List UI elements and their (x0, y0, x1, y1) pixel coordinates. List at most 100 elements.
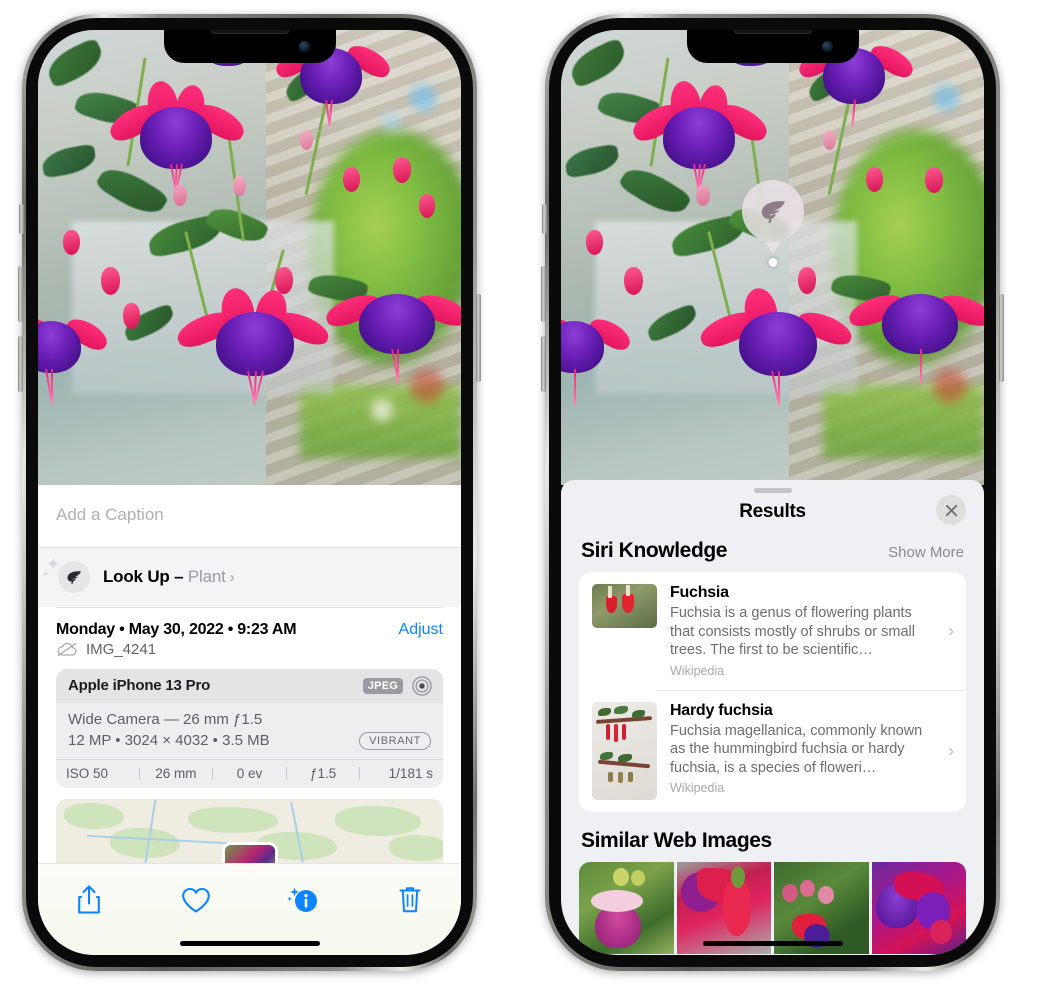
siri-knowledge-title: Siri Knowledge (581, 539, 728, 562)
photo-bokeh (933, 369, 968, 404)
photographic-style-badge: VIBRANT (359, 731, 431, 750)
sparkle-icon-small: ✦ (42, 569, 50, 579)
favorite-button[interactable] (173, 880, 219, 920)
info-button[interactable] (280, 880, 326, 920)
date-row: Monday • May 30, 2022 • 9:23 AM Adjust (56, 608, 443, 641)
chevron-right-icon: › (948, 740, 954, 760)
chevron-right-icon: › (229, 569, 235, 586)
photo-flower (695, 285, 856, 405)
visual-look-up-badge[interactable] (741, 180, 804, 242)
screen-left: Add a Caption ✦ ✦ Look Up – Plant › Mond… (38, 30, 461, 955)
web-image-thumbnail[interactable] (774, 861, 869, 954)
heart-icon (182, 887, 210, 913)
volume-up-button-left[interactable] (18, 266, 23, 322)
exif-stat-aperture: ƒ1.5 (309, 765, 337, 781)
volume-up-button-right[interactable] (541, 266, 546, 322)
delete-button[interactable] (387, 880, 433, 920)
volume-down-button-left[interactable] (18, 336, 23, 392)
cloud-slash-icon (57, 642, 77, 656)
web-image-thumbnail[interactable] (579, 861, 674, 954)
adjust-button[interactable]: Adjust (399, 621, 443, 639)
camera-lens-icon[interactable] (412, 675, 432, 696)
look-up-badge: ✦ ✦ (42, 556, 90, 593)
photo-bud (865, 166, 883, 192)
screenshot-stage: Add a Caption ✦ ✦ Look Up – Plant › Mond… (0, 0, 1055, 985)
photo-bud (342, 166, 360, 192)
results-sheet: Results Siri Knowledge Show More Fuchsia… (561, 480, 984, 955)
photo-flower (561, 313, 635, 406)
knowledge-row[interactable]: Fuchsia Fuchsia is a genus of flowering … (579, 572, 966, 690)
format-badge: JPEG (362, 677, 403, 694)
exif-stat-shutter: 1/181 s (388, 765, 433, 781)
photo-metadata-block: Monday • May 30, 2022 • 9:23 AM Adjust I… (38, 607, 461, 669)
exif-stat-ev: 0 ev (236, 765, 263, 781)
photo-viewer-right[interactable] (561, 30, 984, 485)
badge-anchor-dot (768, 258, 777, 267)
knowledge-thumbnail (592, 584, 657, 628)
silent-switch-left[interactable] (19, 204, 24, 234)
photo-bokeh (932, 84, 959, 111)
earpiece-speaker (210, 30, 289, 34)
map-green-area (63, 802, 124, 829)
exif-body: Wide Camera — 26 mm ƒ1.5 12 MP • 3024 × … (56, 703, 443, 759)
photo-flower (104, 79, 249, 191)
filename-row: IMG_4241 (56, 641, 443, 669)
results-title: Results (739, 501, 806, 522)
earpiece-speaker (733, 30, 812, 34)
front-camera-icon (821, 41, 833, 52)
phone-left: Add a Caption ✦ ✦ Look Up – Plant › Mond… (18, 14, 481, 971)
web-image-thumbnail[interactable] (676, 861, 771, 954)
lens-info: Wide Camera — 26 mm ƒ1.5 (68, 710, 263, 728)
exif-stats-row: ISO 50 26 mm 0 ev ƒ1.5 1/181 s (56, 758, 443, 788)
knowledge-description: Fuchsia is a genus of flowering plants t… (670, 605, 915, 659)
photo-bud (924, 166, 943, 193)
leaf-icon (761, 201, 785, 223)
badge-pointer (764, 242, 781, 254)
volume-down-button-right[interactable] (541, 336, 546, 392)
similar-web-images-header: Similar Web Images (561, 812, 984, 862)
home-indicator-left[interactable] (179, 941, 320, 946)
photo-bud (797, 266, 816, 294)
knowledge-source: Wikipedia (670, 663, 725, 678)
knowledge-title: Fuchsia (670, 584, 729, 601)
close-button[interactable] (936, 495, 966, 525)
photo-bud (122, 303, 140, 329)
phone-right: Results Siri Knowledge Show More Fuchsia… (541, 14, 1004, 971)
power-button-left[interactable] (476, 294, 481, 382)
siri-knowledge-card: Fuchsia Fuchsia is a genus of flowering … (579, 572, 966, 812)
photo-bud (274, 266, 293, 294)
results-header: Results (561, 493, 984, 539)
home-indicator-right[interactable] (702, 941, 843, 946)
photo-flower (38, 313, 112, 406)
device-name: Apple iPhone 13 Pro (68, 677, 211, 694)
share-button[interactable] (66, 880, 112, 920)
photo-bud (232, 175, 246, 196)
silent-switch-right[interactable] (542, 204, 547, 234)
power-button-right[interactable] (999, 294, 1004, 382)
exif-stat-focal: 26 mm (155, 765, 197, 781)
notch-left (163, 30, 336, 63)
caption-input[interactable]: Add a Caption (38, 485, 461, 548)
leaf-icon (67, 571, 81, 584)
web-image-thumbnail[interactable] (871, 861, 966, 954)
knowledge-description: Fuchsia magellanica, commonly known as t… (670, 722, 923, 776)
location-map[interactable] (56, 798, 443, 869)
screen-right: Results Siri Knowledge Show More Fuchsia… (561, 30, 984, 955)
look-up-row[interactable]: ✦ ✦ Look Up – Plant › (38, 548, 461, 607)
knowledge-body: Hardy fuchsia Fuchsia magellanica, commo… (670, 702, 935, 796)
look-up-label: Look Up – Plant › (103, 567, 235, 587)
photo-viewer-left[interactable] (38, 30, 461, 485)
knowledge-row[interactable]: Hardy fuchsia Fuchsia magellanica, commo… (579, 689, 966, 812)
size-info: 12 MP • 3024 × 4032 • 3.5 MB (68, 732, 270, 749)
photo-bokeh (381, 111, 402, 132)
siri-knowledge-header: Siri Knowledge Show More (561, 539, 984, 572)
knowledge-title: Hardy fuchsia (670, 701, 773, 719)
knowledge-thumbnail (592, 701, 657, 800)
show-more-button[interactable]: Show More (888, 544, 964, 561)
photo-flower (323, 289, 461, 384)
photo-flower (846, 289, 984, 384)
knowledge-body: Fuchsia Fuchsia is a genus of flowering … (670, 584, 935, 678)
notch-right (686, 30, 859, 63)
look-up-prefix: Look Up – (103, 567, 188, 586)
map-green-area (388, 834, 443, 861)
